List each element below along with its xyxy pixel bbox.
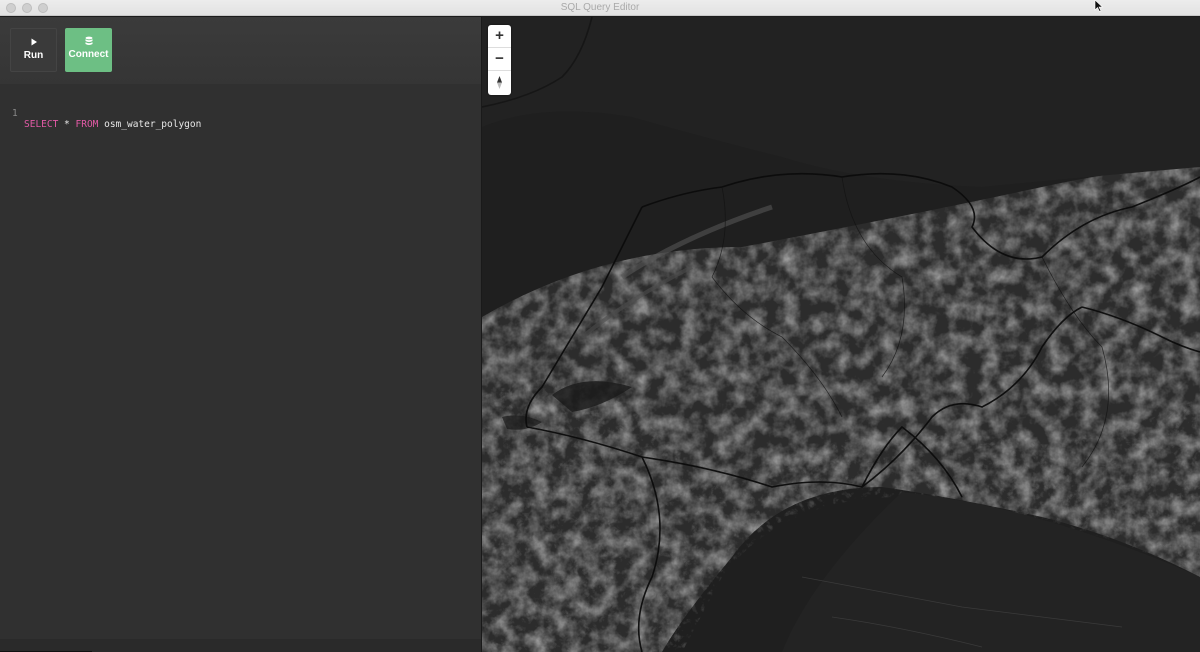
connect-label: Connect	[68, 49, 109, 60]
play-icon	[31, 38, 37, 46]
compass-icon	[497, 76, 502, 89]
sql-editor[interactable]: 1 SELECT * FROM osm_water_polygon	[0, 84, 481, 639]
line-number: 1	[12, 108, 18, 119]
run-button[interactable]: Run	[10, 28, 57, 72]
minus-icon: −	[495, 50, 504, 67]
zoom-control: + −	[488, 25, 511, 95]
reset-bearing-button[interactable]	[488, 71, 511, 94]
run-label: Run	[23, 50, 44, 61]
sql-star: *	[58, 119, 76, 130]
map-view[interactable]: + −	[482, 17, 1200, 652]
plus-icon: +	[495, 27, 504, 44]
sql-keyword: SELECT	[24, 119, 59, 130]
toolbar: Run Connect	[0, 17, 481, 84]
database-icon	[85, 36, 92, 45]
sql-keyword: FROM	[75, 119, 99, 130]
mouse-cursor-icon	[1094, 0, 1104, 12]
sql-table-name: osm_water_polygon	[98, 119, 202, 130]
zoom-in-button[interactable]: +	[488, 25, 511, 48]
connect-button[interactable]: Connect	[65, 28, 112, 72]
zoom-out-button[interactable]: −	[488, 48, 511, 71]
title-bar: SQL Query Editor	[0, 0, 1200, 16]
terrain-map	[482, 17, 1200, 652]
query-pane: Run Connect 1 SELECT * FROM osm_water_po…	[0, 17, 481, 652]
code-line[interactable]: 1 SELECT * FROM osm_water_polygon	[0, 97, 201, 130]
horizontal-scrollbar[interactable]	[0, 639, 481, 652]
code-text: SELECT * FROM osm_water_polygon	[24, 119, 201, 130]
window-title: SQL Query Editor	[560, 2, 640, 13]
